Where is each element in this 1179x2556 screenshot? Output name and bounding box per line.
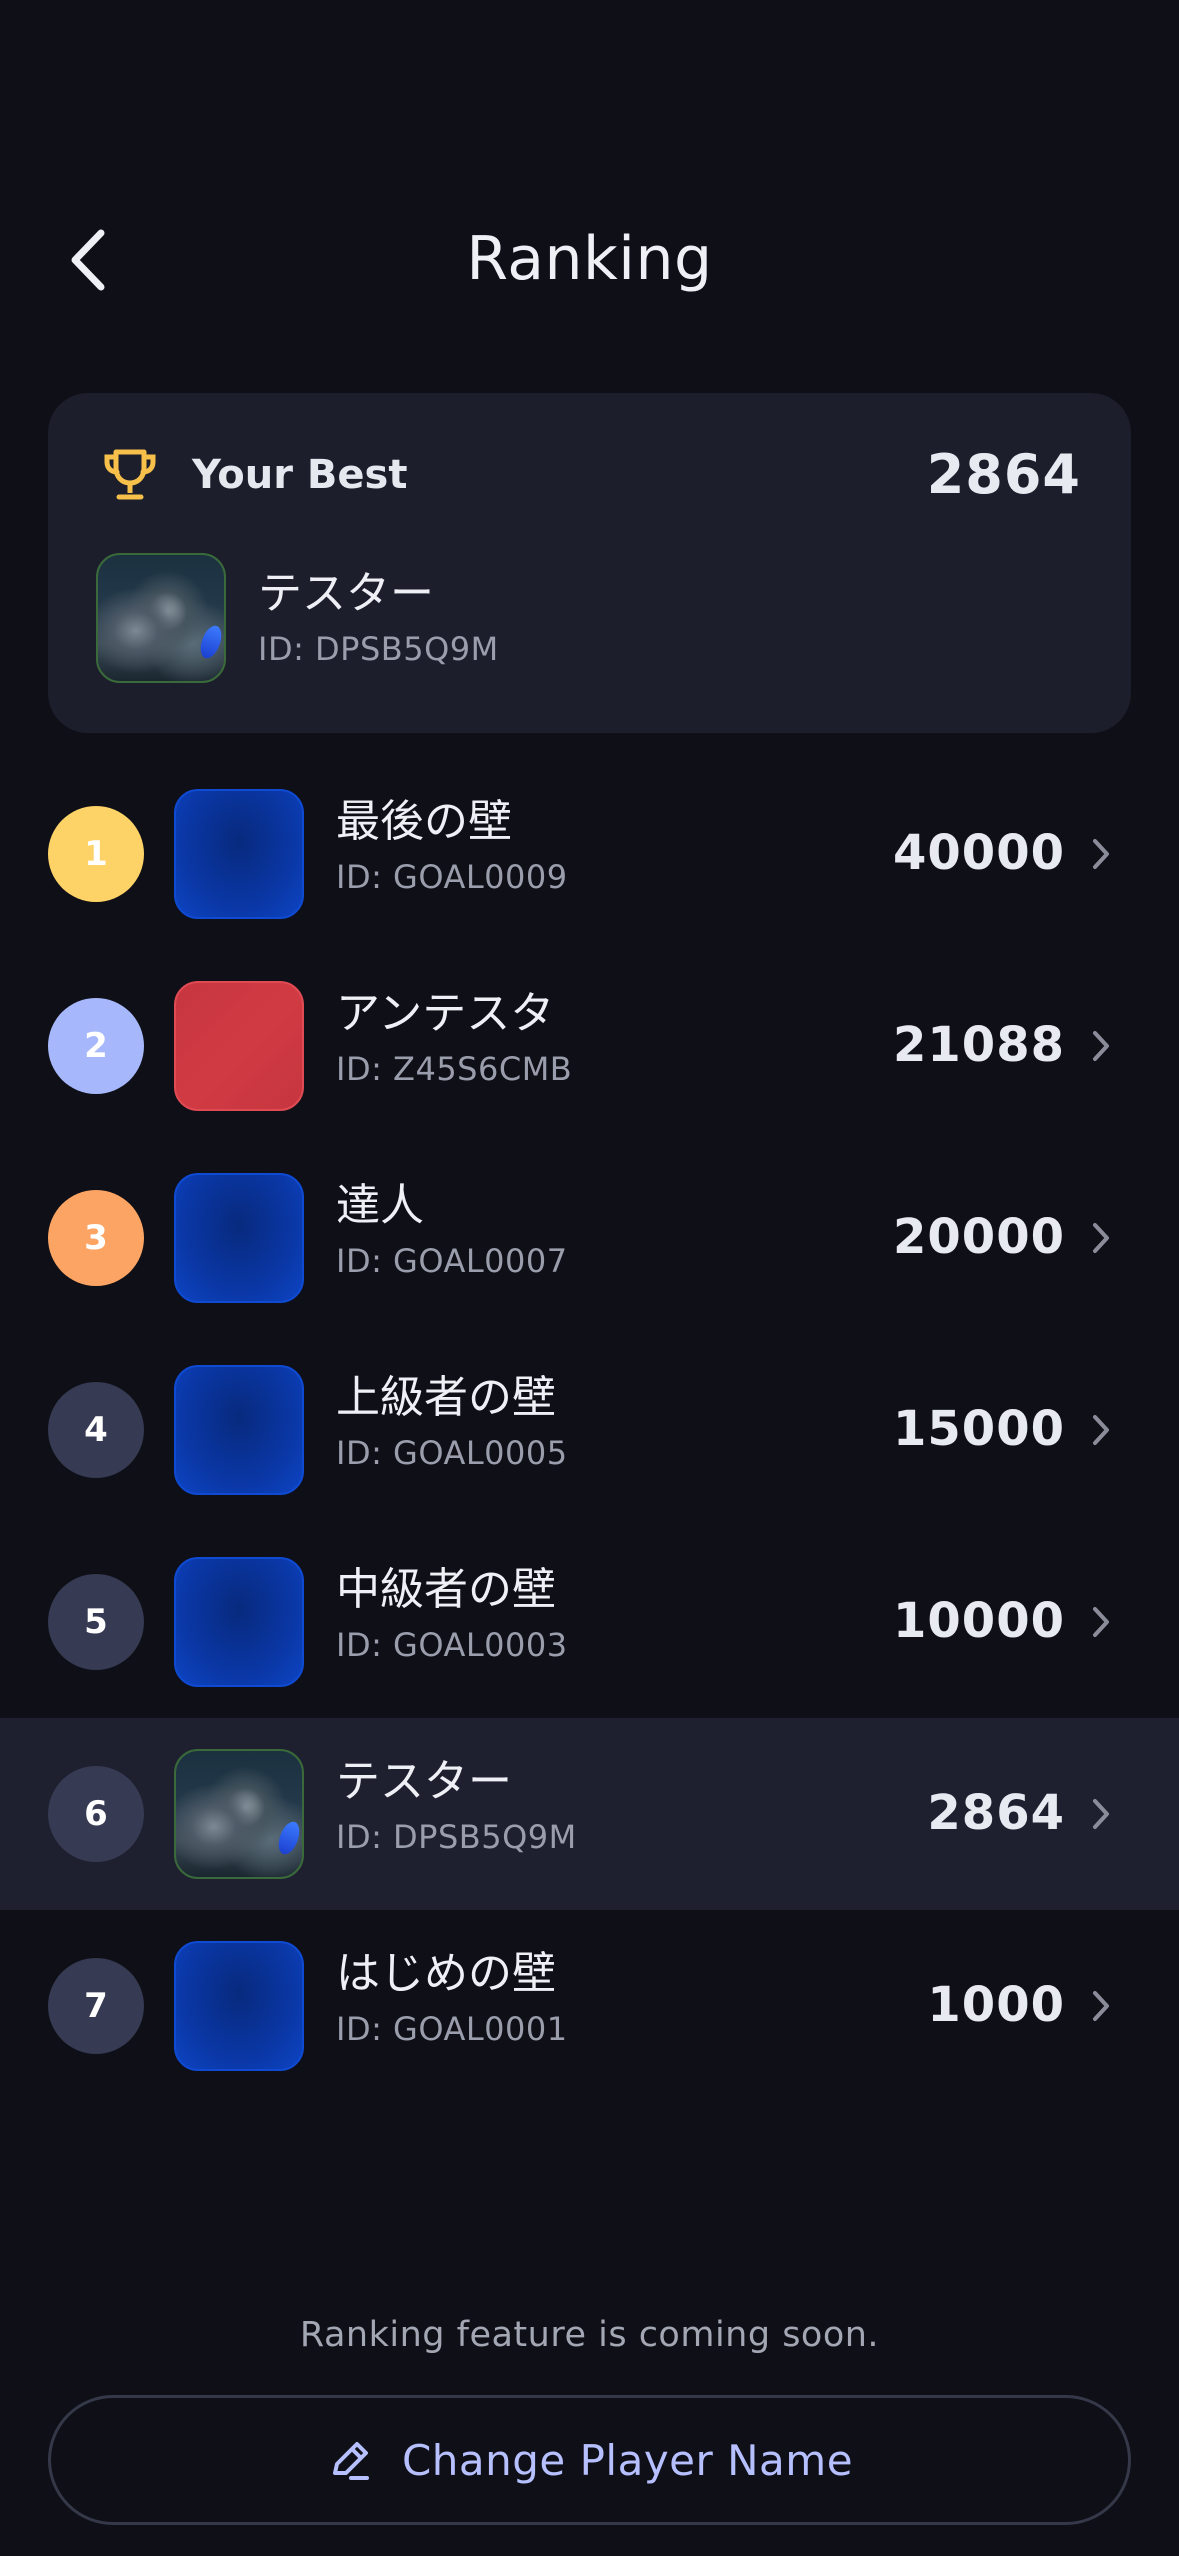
chevron-right-icon: [1081, 834, 1121, 874]
rank-badge: 2: [48, 998, 144, 1094]
player-score: 20000: [893, 1209, 1065, 1265]
chevron-right-icon: [1081, 1410, 1121, 1450]
chevron-right-icon: [1081, 1794, 1121, 1834]
player-id: ID: GOAL0001: [336, 2010, 568, 2048]
avatar: [174, 1941, 304, 2071]
avatar: [174, 789, 304, 919]
page-title: Ranking: [466, 224, 713, 294]
avatar: [174, 1557, 304, 1687]
ranking-row[interactable]: 1 最後の壁 ID: GOAL0009 40000: [0, 758, 1179, 950]
ranking-row[interactable]: 2 アンテスタ ID: Z45S6CMB 21088: [0, 950, 1179, 1142]
chevron-right-icon: [1081, 1026, 1121, 1066]
chevron-right-icon: [1081, 1218, 1121, 1258]
rank-badge: 4: [48, 1382, 144, 1478]
player-score: 1000: [927, 1977, 1065, 2033]
player-id: ID: Z45S6CMB: [336, 1050, 573, 1088]
avatar: [174, 981, 304, 1111]
ranking-list: 1 最後の壁 ID: GOAL0009 40000 2 アンテスタ ID: Z4…: [0, 758, 1179, 2102]
coming-soon-notice: Ranking feature is coming soon.: [299, 2315, 880, 2355]
player-score: 15000: [893, 1401, 1065, 1457]
player-id: ID: GOAL0009: [336, 858, 568, 896]
player-id: ID: DPSB5Q9M: [258, 630, 499, 668]
avatar: [174, 1173, 304, 1303]
your-best-card: Your Best 2864 テスター ID: DPSB5Q9M: [48, 393, 1131, 733]
avatar: [96, 553, 226, 683]
rank-badge: 6: [48, 1766, 144, 1862]
your-best-player: テスター ID: DPSB5Q9M: [96, 553, 499, 683]
ranking-row[interactable]: 3 達人 ID: GOAL0007 20000: [0, 1142, 1179, 1334]
ranking-row[interactable]: 5 中級者の壁 ID: GOAL0003 10000: [0, 1526, 1179, 1718]
header: Ranking: [0, 200, 1179, 320]
avatar: [174, 1365, 304, 1495]
avatar: [174, 1749, 304, 1879]
player-id: ID: GOAL0005: [336, 1434, 568, 1472]
player-name: 上級者の壁: [336, 1372, 556, 1423]
your-best-label: Your Best: [192, 452, 408, 498]
player-name: アンテスタ: [336, 988, 555, 1039]
player-score: 21088: [893, 1017, 1065, 1073]
player-id: ID: GOAL0007: [336, 1242, 568, 1280]
player-name: 最後の壁: [336, 796, 512, 847]
change-player-name-button[interactable]: Change Player Name: [48, 2395, 1131, 2525]
player-name: はじめの壁: [336, 1948, 556, 1999]
player-name: 達人: [336, 1180, 424, 1231]
player-id: ID: DPSB5Q9M: [336, 1818, 577, 1856]
pencil-icon: [326, 2436, 374, 2484]
player-score: 10000: [893, 1593, 1065, 1649]
chevron-right-icon: [1081, 1986, 1121, 2026]
your-best-score: 2864: [926, 443, 1081, 506]
player-name: 中級者の壁: [336, 1564, 556, 1615]
your-best-header: Your Best: [100, 445, 407, 505]
player-score: 40000: [893, 825, 1065, 881]
rank-badge: 7: [48, 1958, 144, 2054]
chevron-right-icon: [1081, 1602, 1121, 1642]
rank-badge: 5: [48, 1574, 144, 1670]
change-player-name-label: Change Player Name: [401, 2435, 854, 2485]
trophy-icon: [100, 445, 160, 505]
player-name: テスター: [258, 568, 434, 619]
ranking-row[interactable]: 4 上級者の壁 ID: GOAL0005 15000: [0, 1334, 1179, 1526]
player-name: テスター: [336, 1756, 512, 1807]
ranking-row-current-player[interactable]: 6 テスター ID: DPSB5Q9M 2864: [0, 1718, 1179, 1910]
rank-badge: 1: [48, 806, 144, 902]
ranking-row[interactable]: 7 はじめの壁 ID: GOAL0001 1000: [0, 1910, 1179, 2102]
player-score: 2864: [927, 1785, 1065, 1841]
player-id: ID: GOAL0003: [336, 1626, 568, 1664]
rank-badge: 3: [48, 1190, 144, 1286]
